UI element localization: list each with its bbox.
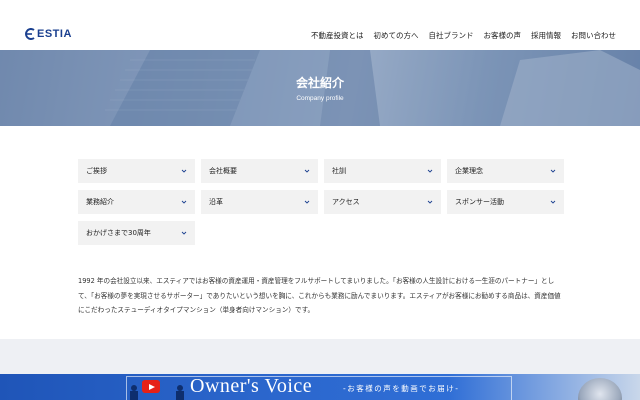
nav-item-brand[interactable]: 自社ブランド: [429, 30, 474, 41]
chevron-down-icon: [427, 168, 433, 174]
menu-item-overview[interactable]: 会社概要: [201, 159, 318, 183]
nav-item-recruit[interactable]: 採用情報: [531, 30, 561, 41]
brand-logo[interactable]: ESTIA: [24, 28, 72, 40]
page-subtitle: Company profile: [296, 95, 344, 102]
section-divider-band: [0, 339, 640, 374]
chevron-down-icon: [304, 168, 310, 174]
menu-item-business[interactable]: 業務紹介: [78, 190, 195, 214]
menu-item-label: アクセス: [332, 198, 360, 206]
owners-voice-banner[interactable]: Owner's Voice -お客様の声を動画でお届け-: [0, 374, 640, 400]
menu-item-sponsor[interactable]: スポンサー活動: [447, 190, 564, 214]
main-nav: 不動産投資とは 初めての方へ 自社ブランド お客様の声 採用情報 お問い合わせ: [311, 30, 616, 41]
page-title: 会社紹介: [295, 76, 344, 90]
menu-item-philosophy[interactable]: 企業理念: [447, 159, 564, 183]
chevron-down-icon: [181, 199, 187, 205]
logo-mark-icon: [24, 28, 36, 40]
menu-item-label: 社訓: [332, 167, 346, 175]
nav-item-beginners[interactable]: 初めての方へ: [374, 30, 419, 41]
chevron-down-icon: [304, 199, 310, 205]
section-menu: ご挨拶 会社概要 社訓 企業理念 業務紹介 沿革 アクセス スポンサー活動 おか…: [78, 159, 564, 245]
menu-item-greeting[interactable]: ご挨拶: [78, 159, 195, 183]
chevron-down-icon: [550, 168, 556, 174]
menu-item-history[interactable]: 沿革: [201, 190, 318, 214]
hero-banner: 会社紹介 Company profile: [0, 50, 640, 126]
menu-item-label: ご挨拶: [86, 167, 107, 175]
chevron-down-icon: [181, 168, 187, 174]
nav-item-voice[interactable]: お客様の声: [484, 30, 522, 41]
menu-item-label: おかげさまで30周年: [86, 229, 151, 237]
banner-subtitle: -お客様の声を動画でお届け-: [343, 384, 460, 393]
company-intro-text: 1992 年の会社設立以来、エスティアではお客様の資産運用・資産管理をフルサポー…: [78, 277, 561, 314]
menu-item-label: スポンサー活動: [455, 198, 504, 206]
menu-item-motto[interactable]: 社訓: [324, 159, 441, 183]
menu-item-label: 業務紹介: [86, 198, 114, 206]
nav-item-contact[interactable]: お問い合わせ: [571, 30, 616, 41]
chevron-down-icon: [550, 199, 556, 205]
menu-item-label: 沿革: [209, 198, 223, 206]
customer-photo: [578, 378, 622, 400]
chevron-down-icon: [427, 199, 433, 205]
site-header: ESTIA 不動産投資とは 初めての方へ 自社ブランド お客様の声 採用情報 お…: [0, 0, 640, 50]
brand-name: ESTIA: [37, 28, 72, 40]
menu-item-label: 会社概要: [209, 167, 237, 175]
menu-item-access[interactable]: アクセス: [324, 190, 441, 214]
menu-item-label: 企業理念: [455, 167, 483, 175]
menu-item-30th-anniversary[interactable]: おかげさまで30周年: [78, 221, 195, 245]
youtube-play-icon: [142, 380, 160, 393]
banner-title: Owner's Voice: [190, 375, 313, 397]
chevron-down-icon: [181, 230, 187, 236]
nav-item-investment[interactable]: 不動産投資とは: [311, 30, 364, 41]
